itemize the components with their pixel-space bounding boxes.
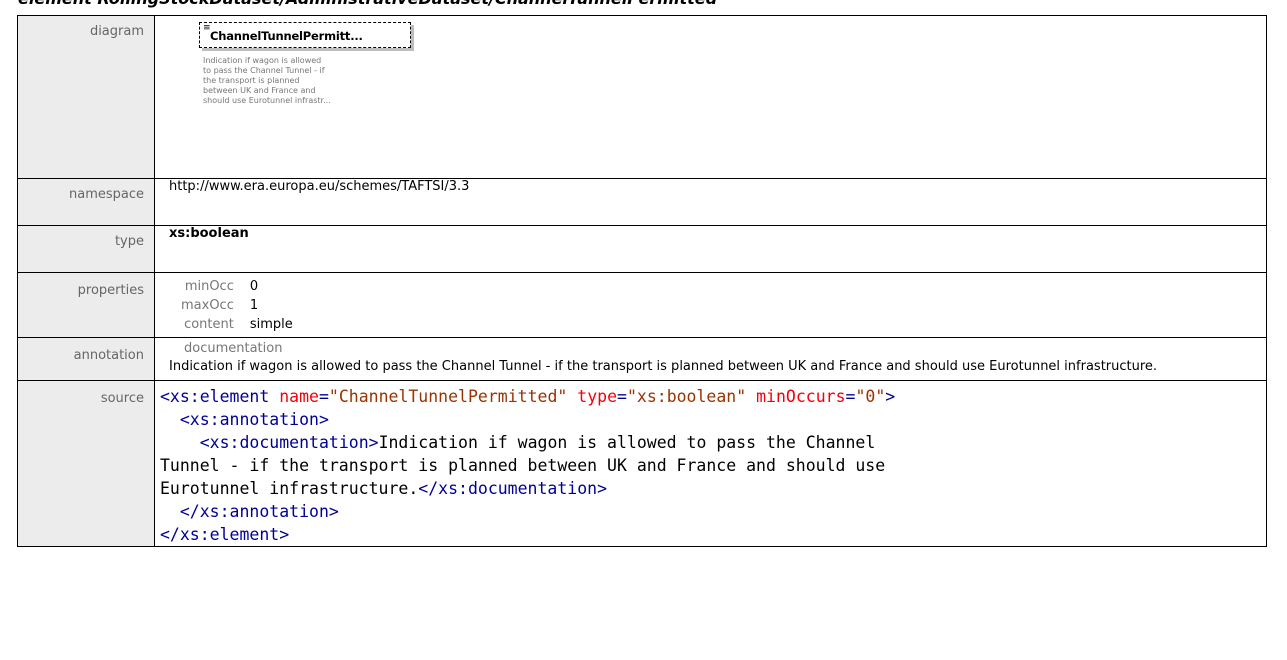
label-annotation: annotation [17,337,155,381]
source-cell: <xs:element name="ChannelTunnelPermitted… [154,380,1267,547]
source-code: <xs:element name="ChannelTunnelPermitted… [160,387,896,544]
source-tag: <xs:documentation> [199,433,379,452]
diagram-doc-line: between UK and France and [203,86,316,95]
diagram-doc-line: the transport is planned [203,76,300,85]
diagram-element-box[interactable]: ≡ ChannelTunnelPermitt... [199,22,411,48]
label-namespace: namespace [17,178,155,226]
page-title: element RollingStockDataset/Administrati… [18,0,717,8]
row-source: source <xs:element name="ChannelTunnelPe… [17,380,1267,547]
source-tag: <xs:element [160,387,270,406]
source-text: Eurotunnel infrastructure. [160,479,419,498]
source-text: Indication if wagon is allowed to pass t… [378,433,876,452]
property-key: maxOcc [181,298,234,313]
type-cell: xs:boolean [154,225,1267,273]
property-value: simple [249,317,293,332]
row-diagram: diagram ≡ ChannelTunnelPermitt... Indica… [17,15,1267,179]
diagram-doc-line: Indication if wagon is allowed [203,56,322,65]
property-row: maxOcc 1 [181,296,293,315]
diagram-doc-line: should use Eurotunnel infrastr... [203,96,331,105]
annotation-key: documentation [184,341,283,356]
label-source: source [17,380,155,547]
property-row: content simple [181,315,293,334]
diagram: ≡ ChannelTunnelPermitt... Indication if … [169,16,1266,178]
source-tag: <xs:annotation> [179,410,329,429]
property-row: minOcc 0 [181,277,293,296]
label-diagram: diagram [17,15,155,179]
source-attr-name: minOccurs [756,387,846,406]
source-attr-value: "0" [855,387,886,406]
row-annotation: annotation documentation Indication if w… [17,337,1267,381]
property-key: content [184,317,234,332]
source-attr-name: type [577,387,618,406]
source-attr-name: name [279,387,319,406]
properties-table: minOcc 0 maxOcc 1 content simple [181,277,293,334]
row-namespace: namespace http://www.era.europa.eu/schem… [17,178,1267,226]
source-text: Tunnel - if the transport is planned bet… [160,456,886,475]
annotation-cell: documentation Indication if wagon is all… [154,337,1267,381]
property-value: 0 [249,279,259,294]
diagram-cell: ≡ ChannelTunnelPermitt... Indication if … [154,15,1267,179]
diagram-element-name: ChannelTunnelPermitt... [210,29,363,43]
annotation-text: Indication if wagon is allowed to pass t… [169,359,1158,374]
source-tag: </xs:element> [160,525,290,544]
diagram-documentation: Indication if wagon is allowed to pass t… [203,56,345,106]
source-tag: </xs:annotation> [179,502,339,521]
property-key: minOcc [184,279,234,294]
source-attr-value: "xs:boolean" [626,387,747,406]
property-value: 1 [249,298,259,313]
element-doc-table: diagram ≡ ChannelTunnelPermitt... Indica… [17,15,1267,547]
row-properties: properties minOcc 0 maxOcc 1 content sim… [17,272,1267,338]
type-value[interactable]: xs:boolean [169,226,249,241]
source-tag: </xs:documentation> [418,479,608,498]
row-type: type xs:boolean [17,225,1267,273]
namespace-value: http://www.era.europa.eu/schemes/TAFTSI/… [154,178,1267,226]
label-type: type [17,225,155,273]
source-attr-value: "ChannelTunnelPermitted" [328,387,568,406]
properties-cell: minOcc 0 maxOcc 1 content simple [154,272,1267,338]
diagram-doc-line: to pass the Channel Tunnel - if [203,66,325,75]
label-properties: properties [17,272,155,338]
